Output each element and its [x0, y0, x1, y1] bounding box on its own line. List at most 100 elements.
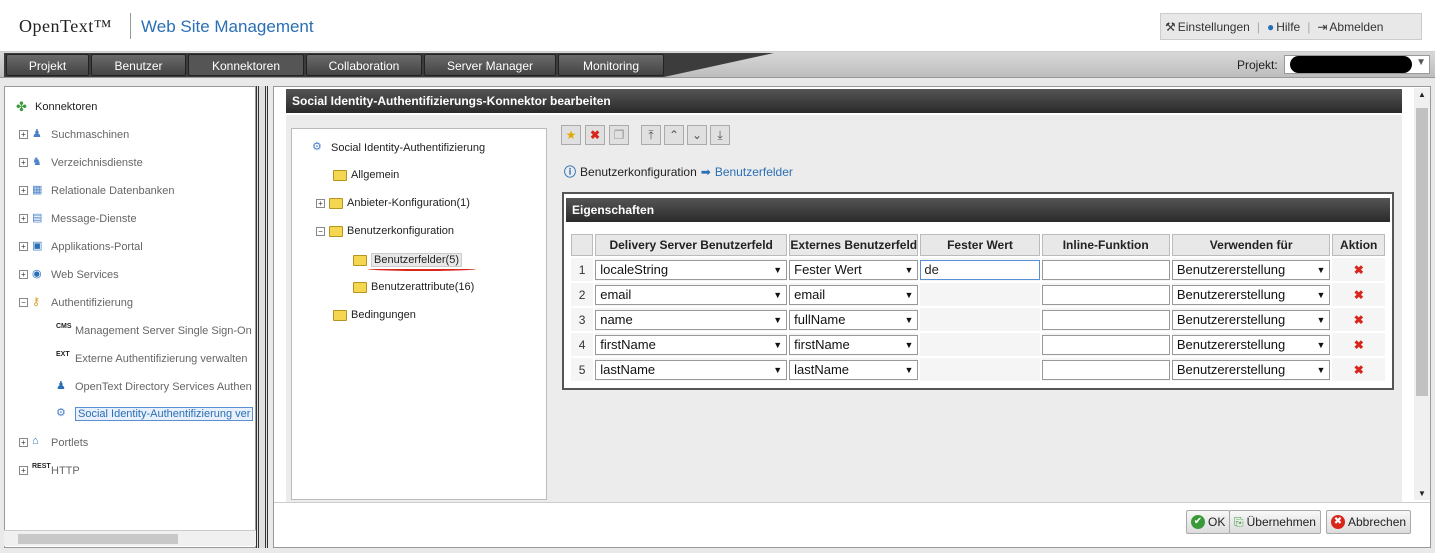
scroll-up-icon[interactable]: ▲ [1418, 90, 1426, 99]
tree-item-portlets[interactable]: + ⌂ Portlets [19, 435, 88, 450]
tree-item-social-identity[interactable]: ⚙ Social Identity-Authentifizierung ver [56, 406, 254, 421]
use-for-select[interactable]: Benutzererstellung ▼ [1171, 334, 1331, 355]
fixed-value-input[interactable]: de [920, 259, 1040, 280]
cancel-button[interactable]: ✖ Abbrechen [1326, 510, 1412, 534]
logout-link[interactable]: ⇥ Abmelden [1313, 20, 1387, 34]
tree-item-authentifizierung[interactable]: − ⚷ Authentifizierung [19, 295, 133, 310]
ext-field-select[interactable]: Fester Wert ▼ [789, 259, 919, 280]
connector-icon: ✤ [16, 99, 27, 114]
collapse-icon[interactable]: − [19, 298, 28, 307]
ok-button[interactable]: ✔ OK [1186, 510, 1231, 534]
panel-splitter[interactable] [256, 86, 268, 548]
collapse-icon[interactable]: − [316, 226, 325, 236]
settings-link[interactable]: ⚒ Einstellungen [1161, 20, 1254, 34]
inline-function-input[interactable] [1041, 309, 1170, 330]
ds-field-select[interactable]: firstName ▼ [595, 334, 788, 355]
ds-field-select[interactable]: email ▼ [595, 284, 788, 305]
expand-icon[interactable]: + [19, 130, 28, 139]
tree-item-relationale-datenbanken[interactable]: + ▦ Relationale Datenbanken [19, 183, 175, 198]
tree-item-message-dienste[interactable]: + ▤ Message-Dienste [19, 211, 137, 226]
copy-button[interactable]: ❐ [609, 125, 629, 145]
tree-benutzerfelder[interactable]: Benutzerfelder(5) [353, 253, 462, 267]
table-row: 2 email ▼ email ▼ Benutzererstellung ▼ ✖ [571, 283, 1385, 306]
folder-icon [333, 169, 347, 181]
delete-row-button[interactable]: ✖ [1332, 283, 1385, 306]
chevron-down-icon: ▼ [773, 289, 783, 300]
ds-field-cell: lastName ▼ [595, 358, 788, 381]
delete-row-button[interactable]: ✖ [1332, 308, 1385, 331]
vertical-scrollbar[interactable]: ▲ ▼ [1414, 88, 1430, 500]
tree-bedingungen[interactable]: Bedingungen [333, 309, 416, 321]
use-for-select[interactable]: Benutzererstellung ▼ [1171, 259, 1331, 280]
tab-konnektoren[interactable]: Konnektoren [188, 54, 304, 76]
ds-field-select[interactable]: name ▼ [595, 309, 788, 330]
tree-item-applikations-portal[interactable]: + ▣ Applikations-Portal [19, 239, 143, 254]
tree-item-web-services[interactable]: + ◉ Web Services [19, 267, 119, 282]
scrollbar-thumb[interactable] [18, 534, 178, 544]
expand-icon[interactable]: + [19, 270, 28, 279]
col-action: Aktion [1332, 234, 1385, 256]
inline-function-input[interactable] [1041, 359, 1170, 380]
ds-field-select[interactable]: lastName ▼ [595, 359, 788, 380]
tree-item-opentext-directory[interactable]: ♟ OpenText Directory Services Authen [56, 379, 252, 394]
tree-item-suchmaschinen[interactable]: + ♟ Suchmaschinen [19, 127, 129, 142]
tab-monitoring[interactable]: Monitoring [558, 54, 664, 76]
table-row: 4 firstName ▼ firstName ▼ Benutzererstellu… [571, 333, 1385, 356]
expand-icon[interactable]: + [316, 198, 325, 208]
ext-field-select[interactable]: fullName ▼ [789, 309, 919, 330]
tree-item-http[interactable]: + REST HTTP [19, 463, 80, 478]
move-bottom-button[interactable]: ⤓ [710, 125, 730, 145]
inline-function-input[interactable] [1041, 259, 1170, 280]
inline-function-input[interactable] [1041, 334, 1170, 355]
tree-root-konnektoren[interactable]: ✤ Konnektoren [16, 99, 97, 114]
tree-social-identity-root[interactable]: ⚙ Social Identity-Authentifizierung [312, 140, 485, 155]
use-for-cell: Benutzererstellung ▼ [1171, 358, 1331, 381]
expand-icon[interactable]: + [19, 242, 28, 251]
tree-anbieter-konfiguration[interactable]: + Anbieter-Konfiguration(1) [316, 197, 470, 209]
add-button[interactable]: ★ [561, 125, 581, 145]
move-down-button[interactable]: ⌄ [687, 125, 707, 145]
expand-icon[interactable]: + [19, 438, 28, 447]
rest-icon: REST [32, 463, 51, 470]
delete-button[interactable]: ✖ [585, 125, 605, 145]
ext-field-select[interactable]: firstName ▼ [789, 334, 919, 355]
delete-row-button[interactable]: ✖ [1332, 333, 1385, 356]
social-identity-icon: ⚙ [56, 407, 66, 419]
expand-icon[interactable]: + [19, 186, 28, 195]
delete-row-button[interactable]: ✖ [1332, 358, 1385, 381]
tree-benutzerattribute[interactable]: Benutzerattribute(16) [353, 281, 474, 293]
ds-field-select[interactable]: localeString ▼ [595, 259, 788, 280]
tab-projekt[interactable]: Projekt [6, 54, 89, 76]
use-for-select[interactable]: Benutzererstellung ▼ [1171, 284, 1331, 305]
move-up-button[interactable]: ⌃ [664, 125, 684, 145]
scrollbar-thumb[interactable] [1416, 108, 1428, 396]
move-top-button[interactable]: ⤒ [641, 125, 661, 145]
tree-item-verzeichnisdienste[interactable]: + ♞ Verzeichnisdienste [19, 155, 143, 170]
ext-field-select[interactable]: email ▼ [789, 284, 919, 305]
use-for-cell: Benutzererstellung ▼ [1171, 283, 1331, 306]
tree-benutzerkonfiguration[interactable]: − Benutzerkonfiguration [316, 225, 454, 237]
chevron-down-icon: ▼ [1316, 264, 1326, 275]
tree-item-externe-auth[interactable]: EXT Externe Authentifizierung verwalten [56, 351, 247, 366]
app-header: OpenText™ Web Site Management ⚒ Einstellu… [0, 0, 1435, 52]
tree-allgemein[interactable]: Allgemein [333, 169, 399, 181]
tree-item-management-server-sso[interactable]: CMS Management Server Single Sign-On [56, 323, 252, 338]
inline-function-input[interactable] [1041, 284, 1170, 305]
ext-field-select[interactable]: lastName ▼ [789, 359, 919, 380]
tab-benutzer[interactable]: Benutzer [91, 54, 186, 76]
scroll-down-icon[interactable]: ▼ [1418, 489, 1426, 498]
key-icon: ⚷ [32, 296, 41, 308]
horizontal-scrollbar[interactable] [4, 530, 256, 546]
expand-icon[interactable]: + [19, 214, 28, 223]
tab-collaboration[interactable]: Collaboration [306, 54, 422, 76]
help-link[interactable]: ● Hilfe [1263, 20, 1304, 34]
apply-button[interactable]: ⎘ Übernehmen [1229, 510, 1321, 534]
delete-row-button[interactable]: ✖ [1332, 258, 1385, 281]
delete-icon: ✖ [1353, 262, 1364, 277]
use-for-select[interactable]: Benutzererstellung ▼ [1171, 309, 1331, 330]
expand-icon[interactable]: + [19, 158, 28, 167]
expand-icon[interactable]: + [19, 466, 28, 475]
use-for-select[interactable]: Benutzererstellung ▼ [1171, 359, 1331, 380]
tab-server-manager[interactable]: Server Manager [424, 54, 556, 76]
breadcrumb-parent[interactable]: Benutzerkonfiguration [580, 165, 697, 179]
